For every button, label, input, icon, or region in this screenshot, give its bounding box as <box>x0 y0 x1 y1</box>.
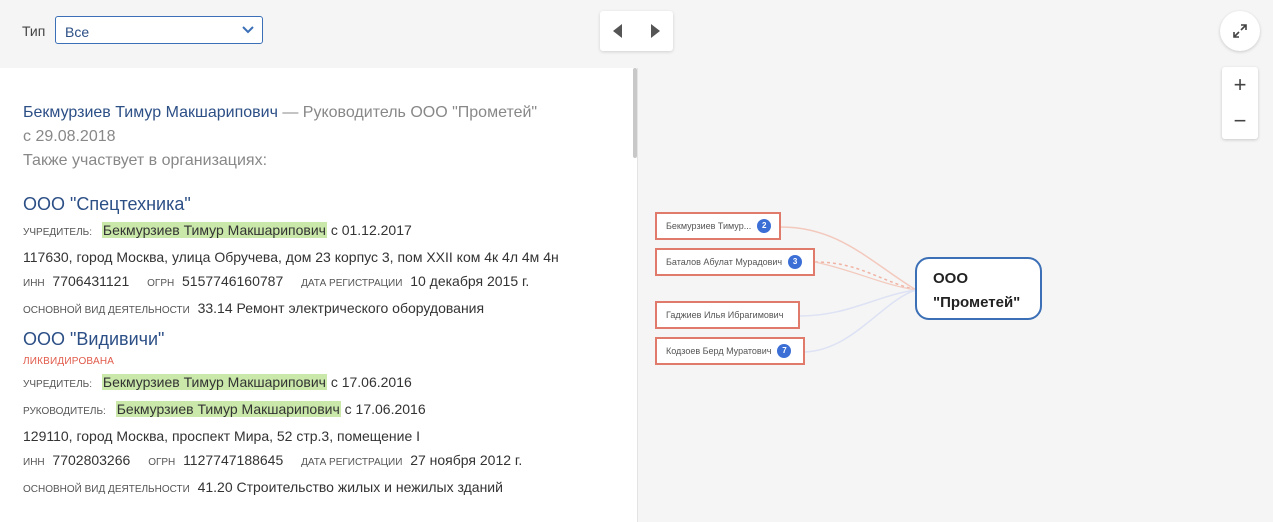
count-badge: 7 <box>777 344 792 358</box>
info-panel: Бекмурзиев Тимур Макшарипович — Руководи… <box>0 68 637 522</box>
ogrn-label: огрн <box>147 278 175 289</box>
founder-label: учредитель: <box>23 379 92 390</box>
founder-since: с 17.06.2016 <box>326 374 412 390</box>
reg-date-value: 10 декабря 2015 г. <box>410 273 530 289</box>
founder-name[interactable]: Бекмурзиев Тимур Макшарипович <box>101 222 327 238</box>
org-name-link[interactable]: ООО "Спецтехника" <box>23 193 559 215</box>
also-participates-label: Также участвует в организациях: <box>23 152 268 169</box>
type-filter-value: Все <box>65 24 90 40</box>
inn-value: 7706431121 <box>52 273 130 289</box>
founder-label: учредитель: <box>23 227 92 238</box>
inn-label: инн <box>23 457 45 468</box>
person-role: — Руководитель ООО "Прометей" <box>277 104 538 121</box>
graph-person-node[interactable]: Кодзоев Берд Муратович 7 <box>655 337 805 365</box>
head-name[interactable]: Бекмурзиев Тимур Макшарипович <box>115 401 341 417</box>
graph-company-node[interactable]: ООО "Прометей" <box>915 257 1042 320</box>
reg-date-label: дата регистрации <box>301 278 403 289</box>
activity-value: 41.20 Строительство жилых и нежилых здан… <box>197 479 503 495</box>
prev-button[interactable] <box>600 11 636 51</box>
activity-label: основной вид деятельности <box>23 484 190 495</box>
type-filter-label: Тип <box>22 23 46 39</box>
org-address: 129110, город Москва, проспект Мира, 52 … <box>23 428 421 444</box>
zoom-in-button[interactable]: + <box>1222 67 1258 103</box>
company-node-line1: ООО <box>933 270 969 287</box>
type-filter-select[interactable]: Все <box>55 16 263 44</box>
ogrn-label: огрн <box>148 457 176 468</box>
chevron-down-icon <box>242 26 254 34</box>
arrow-left-icon <box>613 24 622 38</box>
head-label: руководитель: <box>23 406 106 417</box>
person-node-label: Кодзоев Берд Муратович <box>666 346 772 356</box>
zoom-out-button[interactable]: − <box>1222 103 1258 139</box>
person-since: с 29.08.2018 <box>23 128 116 145</box>
inn-label: инн <box>23 278 45 289</box>
arrow-right-icon <box>651 24 660 38</box>
ogrn-value: 5157746160787 <box>182 273 284 289</box>
zoom-controls: + − <box>1222 67 1258 139</box>
org-name-link[interactable]: ООО "Видивичи" <box>23 328 522 350</box>
fullscreen-button[interactable] <box>1220 11 1260 51</box>
expand-icon <box>1233 24 1247 38</box>
panel-nav-group <box>600 11 673 51</box>
activity-label: основной вид деятельности <box>23 305 190 316</box>
edge <box>814 261 917 291</box>
reg-date-label: дата регистрации <box>301 457 403 468</box>
graph-person-node[interactable]: Баталов Абулат Мурадович 3 <box>655 248 815 276</box>
count-badge: 3 <box>788 255 803 269</box>
head-since: с 17.06.2016 <box>340 401 426 417</box>
person-node-label: Бекмурзиев Тимур... <box>666 221 752 231</box>
founder-since: с 01.12.2017 <box>326 222 412 238</box>
filter-toolbar: Тип Все <box>0 0 637 68</box>
org-card: ООО "Спецтехника" учредитель: Бекмурзиев… <box>23 193 559 320</box>
org-card: ООО "Видивичи" ликвидирована учредитель:… <box>23 328 522 499</box>
person-node-label: Баталов Абулат Мурадович <box>666 257 783 267</box>
edge <box>799 289 917 317</box>
next-button[interactable] <box>637 11 673 51</box>
person-node-label: Гаджиев Илья Ибрагимович <box>666 310 784 320</box>
count-badge: 2 <box>757 219 772 233</box>
activity-value: 33.14 Ремонт электрического оборудования <box>197 300 485 316</box>
status-badge: ликвидирована <box>23 356 115 367</box>
person-name-link[interactable]: Бекмурзиев Тимур Макшарипович <box>23 104 278 121</box>
reg-date-value: 27 ноября 2012 г. <box>410 452 523 468</box>
org-address: 117630, город Москва, улица Обручева, до… <box>23 249 559 265</box>
ogrn-value: 1127747188645 <box>183 452 284 468</box>
graph-person-node[interactable]: Гаджиев Илья Ибрагимович <box>655 301 800 329</box>
founder-name[interactable]: Бекмурзиев Тимур Макшарипович <box>101 374 327 390</box>
graph-person-node[interactable]: Бекмурзиев Тимур... 2 <box>655 212 781 240</box>
company-node-line2: "Прометей" <box>933 294 1021 311</box>
edge <box>804 289 917 353</box>
intro-block: Бекмурзиев Тимур Макшарипович — Руководи… <box>23 101 537 173</box>
inn-value: 7702803266 <box>52 452 131 468</box>
